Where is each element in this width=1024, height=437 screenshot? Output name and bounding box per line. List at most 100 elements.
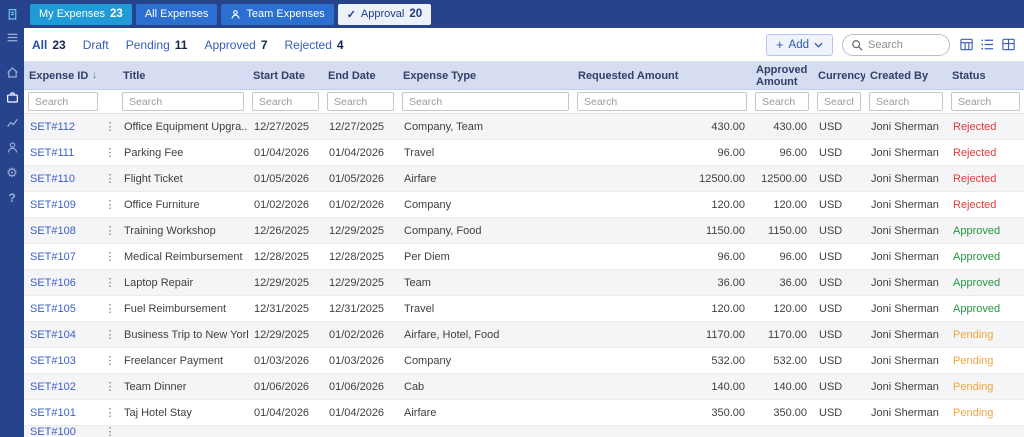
status-badge: Approved: [953, 302, 1001, 315]
row-menu-icon[interactable]: ⋮: [102, 400, 118, 425]
table-row[interactable]: SET#100 ⋮: [24, 426, 1024, 437]
filter-all[interactable]: All 23: [32, 38, 66, 52]
filter-created-by-input[interactable]: [869, 92, 943, 111]
expenses-icon[interactable]: [0, 85, 24, 110]
filter-count: 7: [260, 37, 268, 52]
tab-approval[interactable]: ✓ Approval 20: [337, 3, 432, 25]
row-menu-icon[interactable]: ⋮: [102, 374, 118, 399]
col-header-approved-amount[interactable]: Approved Amount: [751, 62, 813, 89]
col-header-label: End Date: [328, 69, 376, 82]
filter-rejected[interactable]: Rejected 4: [285, 38, 344, 52]
list-view-icon[interactable]: [980, 37, 995, 52]
col-header-status[interactable]: Status: [947, 62, 1024, 89]
filter-requested-amount-input[interactable]: [577, 92, 747, 111]
table-row[interactable]: SET#110 ⋮ Flight Ticket 01/05/2026 01/05/202…: [24, 166, 1024, 192]
filter-approved[interactable]: Approved 7: [204, 38, 267, 52]
col-header-start-date[interactable]: Start Date: [248, 62, 323, 89]
filter-title-input[interactable]: [122, 92, 244, 111]
end-date-cell: 12/29/2025: [329, 224, 385, 237]
table-row[interactable]: SET#111 ⋮ Parking Fee 01/04/2026 01/04/2026 T…: [24, 140, 1024, 166]
table-row[interactable]: SET#102 ⋮ Team Dinner 01/06/2026 01/06/2026 C…: [24, 374, 1024, 400]
expense-id-link[interactable]: SET#107: [24, 244, 102, 269]
reports-chart-icon[interactable]: [0, 110, 24, 135]
help-icon[interactable]: ?: [0, 185, 24, 210]
filter-approved-amount-input[interactable]: [755, 92, 809, 111]
add-button[interactable]: + Add: [765, 33, 833, 56]
expense-id-link[interactable]: SET#101: [24, 400, 102, 425]
expense-id-link[interactable]: SET#108: [24, 218, 102, 243]
table-row[interactable]: SET#104 ⋮ Business Trip to New York 12/29/2…: [24, 322, 1024, 348]
expense-id-link[interactable]: SET#104: [24, 322, 102, 347]
end-date-cell: 01/02/2026: [329, 198, 385, 211]
filter-pending[interactable]: Pending 11: [126, 38, 188, 52]
row-menu-icon[interactable]: ⋮: [102, 426, 118, 437]
created-by-cell: Joni Sherman: [871, 250, 939, 263]
expense-type-cell: Company: [404, 354, 452, 367]
table-row[interactable]: SET#106 ⋮ Laptop Repair 12/29/2025 12/29/202…: [24, 270, 1024, 296]
table-row[interactable]: SET#105 ⋮ Fuel Reimbursement 12/31/2025 12/3…: [24, 296, 1024, 322]
expense-id-link[interactable]: SET#112: [24, 114, 102, 139]
currency-cell: USD: [819, 146, 843, 159]
currency-cell: USD: [819, 328, 843, 341]
export-icon[interactable]: [1001, 37, 1016, 52]
row-menu-icon[interactable]: ⋮: [102, 322, 118, 347]
row-menu-icon[interactable]: ⋮: [102, 296, 118, 321]
table-row[interactable]: SET#107 ⋮ Medical Reimbursement 12/28/2025 1…: [24, 244, 1024, 270]
row-menu-icon[interactable]: ⋮: [102, 218, 118, 243]
approved-amount-cell: 140.00: [773, 380, 807, 393]
table-row[interactable]: SET#112 ⋮ Office Equipment Upgra... 12/27/2…: [24, 114, 1024, 140]
column-chooser-icon[interactable]: [959, 37, 974, 52]
title-cell: Fuel Reimbursement: [124, 302, 227, 315]
start-date-cell: 01/04/2026: [254, 406, 310, 419]
table-row[interactable]: SET#109 ⋮ Office Furniture 01/02/2026 01/02/…: [24, 192, 1024, 218]
start-date-cell: 12/27/2025: [254, 120, 310, 133]
search-icon: [851, 39, 863, 51]
approved-amount-cell: 532.00: [773, 354, 807, 367]
table-row[interactable]: SET#103 ⋮ Freelancer Payment 01/03/2026 01/0…: [24, 348, 1024, 374]
filter-start-date-input[interactable]: [252, 92, 319, 111]
home-icon[interactable]: [0, 60, 24, 85]
col-header-currency[interactable]: Currency: [813, 62, 865, 89]
grid-tool-icons: [959, 37, 1016, 52]
tab-all-expenses[interactable]: All Expenses: [135, 3, 218, 25]
expense-id-link[interactable]: SET#111: [24, 140, 102, 165]
toolbar-search-box[interactable]: [842, 33, 950, 56]
table-row[interactable]: SET#101 ⋮ Taj Hotel Stay 01/04/2026 01/04/20…: [24, 400, 1024, 426]
settings-gear-icon[interactable]: ⚙: [0, 160, 24, 185]
expense-type-cell: Airfare: [404, 172, 437, 185]
col-header-created-by[interactable]: Created By: [865, 62, 947, 89]
filter-expense-id-input[interactable]: [28, 92, 98, 111]
expense-id-link[interactable]: SET#102: [24, 374, 102, 399]
expense-id-link[interactable]: SET#109: [24, 192, 102, 217]
table-row[interactable]: SET#108 ⋮ Training Workshop 12/26/2025 12/29…: [24, 218, 1024, 244]
row-menu-icon[interactable]: ⋮: [102, 192, 118, 217]
filter-expense-type-input[interactable]: [402, 92, 569, 111]
filter-draft[interactable]: Draft: [83, 38, 109, 52]
row-menu-icon[interactable]: ⋮: [102, 114, 118, 139]
filter-status-input[interactable]: [951, 92, 1020, 111]
col-header-requested-amount[interactable]: Requested Amount: [573, 62, 751, 89]
row-menu-icon[interactable]: ⋮: [102, 244, 118, 269]
expense-id-link[interactable]: SET#103: [24, 348, 102, 373]
status-badge: Pending: [953, 380, 994, 393]
row-menu-icon[interactable]: ⋮: [102, 166, 118, 191]
search-input[interactable]: [868, 38, 941, 51]
filter-currency-input[interactable]: [817, 92, 861, 111]
expense-id-link[interactable]: SET#110: [24, 166, 102, 191]
col-header-label: Requested Amount: [578, 69, 679, 82]
tab-my-expenses[interactable]: My Expenses 23: [30, 3, 132, 25]
row-menu-icon[interactable]: ⋮: [102, 348, 118, 373]
col-header-end-date[interactable]: End Date: [323, 62, 398, 89]
col-header-expense-id[interactable]: Expense ID ↓: [24, 62, 102, 89]
col-header-title[interactable]: Title: [118, 62, 248, 89]
profile-icon[interactable]: [0, 135, 24, 160]
tab-team-expenses[interactable]: Team Expenses: [221, 3, 334, 25]
menu-icon[interactable]: [0, 25, 24, 50]
row-menu-icon[interactable]: ⋮: [102, 140, 118, 165]
expense-id-link[interactable]: SET#105: [24, 296, 102, 321]
col-header-expense-type[interactable]: Expense Type: [398, 62, 573, 89]
filter-end-date-input[interactable]: [327, 92, 394, 111]
expense-id-link[interactable]: SET#100: [24, 426, 102, 437]
expense-id-link[interactable]: SET#106: [24, 270, 102, 295]
row-menu-icon[interactable]: ⋮: [102, 270, 118, 295]
